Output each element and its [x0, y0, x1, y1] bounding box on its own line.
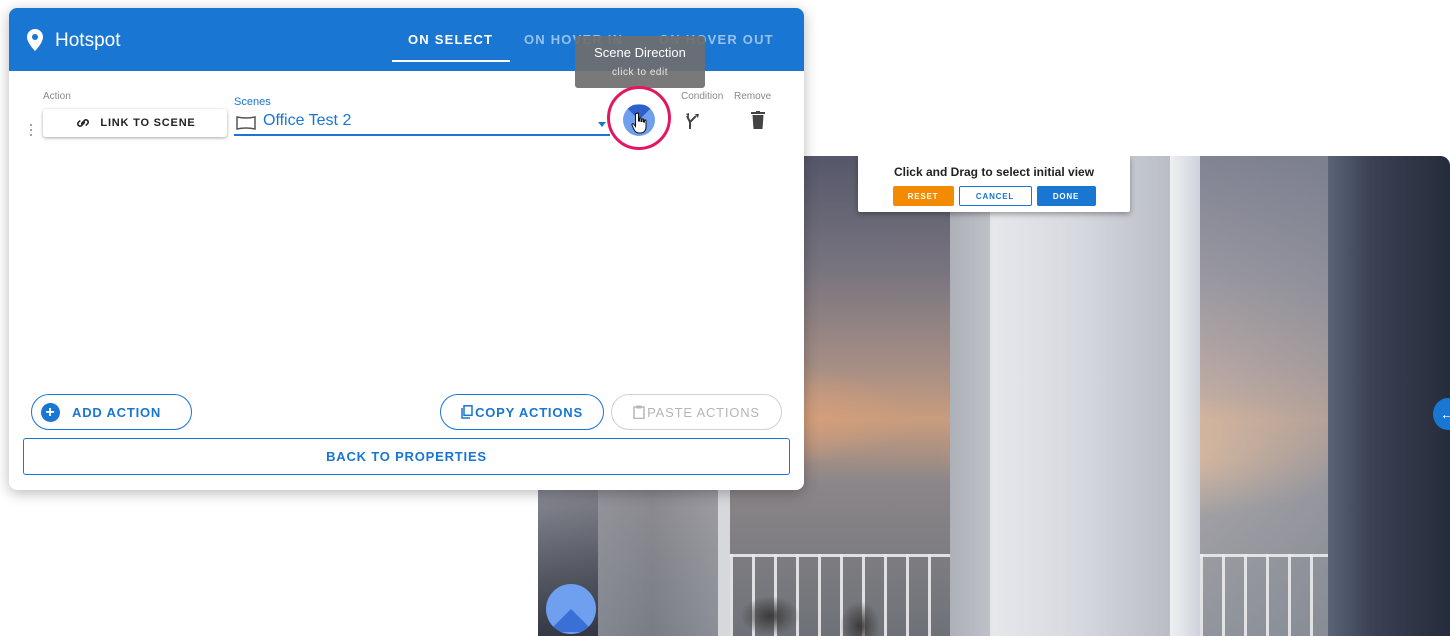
done-button[interactable]: DONE: [1036, 186, 1096, 206]
clipboard-icon: [633, 405, 645, 419]
copy-actions-button[interactable]: COPY ACTIONS: [440, 394, 604, 430]
scene-select[interactable]: Office Test 2: [234, 110, 610, 136]
trash-icon[interactable]: [751, 111, 765, 129]
paste-actions-button[interactable]: PASTE ACTIONS: [611, 394, 782, 430]
direction-wedge-icon: [548, 609, 594, 632]
cancel-button[interactable]: CANCEL: [958, 186, 1032, 206]
back-to-properties-button[interactable]: BACK TO PROPERTIES: [23, 438, 790, 475]
condition-label: Condition: [681, 91, 724, 102]
balcony-railing-right: [1200, 554, 1330, 636]
tooltip-subtitle: click to edit: [612, 67, 668, 78]
copy-icon: [461, 405, 473, 419]
drape-right: [1328, 156, 1450, 636]
pillar-shadow: [950, 156, 990, 636]
initial-view-toolbar: Click and Drag to select initial view RE…: [858, 156, 1130, 212]
action-label: Action: [43, 91, 71, 102]
scenes-label: Scenes: [234, 96, 271, 108]
reset-button[interactable]: RESET: [892, 186, 954, 206]
add-action-button[interactable]: + ADD ACTION: [31, 394, 192, 430]
drag-handle-icon[interactable]: [29, 123, 33, 137]
tab-on-select[interactable]: ON SELECT: [408, 32, 493, 47]
panorama-icon: [236, 116, 256, 130]
map-pin-icon: [27, 29, 43, 51]
tooltip-title: Scene Direction: [594, 45, 686, 60]
hand-pointer-icon: [631, 112, 647, 134]
active-tab-indicator: [392, 60, 510, 62]
view-direction-compass[interactable]: [546, 584, 596, 634]
link-icon: [77, 119, 90, 127]
copy-actions-label: COPY ACTIONS: [475, 404, 583, 420]
plus-icon: +: [41, 402, 60, 422]
link-to-scene-label: LINK TO SCENE: [100, 117, 196, 129]
add-action-label: ADD ACTION: [72, 404, 162, 420]
scene-select-value: Office Test 2: [263, 112, 352, 129]
window-frame-right: [1170, 156, 1200, 636]
dialog-title: Hotspot: [55, 30, 121, 51]
paste-actions-label: PASTE ACTIONS: [647, 404, 760, 420]
initial-view-instruction: Click and Drag to select initial view: [893, 165, 1095, 179]
trees-silhouette: [730, 586, 950, 636]
condition-branch-icon[interactable]: [685, 112, 703, 130]
scene-direction-tooltip: Scene Direction click to edit: [575, 36, 705, 88]
initial-view-buttons: RESET CANCEL DONE: [858, 186, 1130, 206]
stage: Click and Drag to select initial view RE…: [0, 0, 1450, 636]
link-to-scene-button[interactable]: LINK TO SCENE: [43, 109, 227, 137]
chevron-down-icon: [598, 122, 606, 127]
remove-label: Remove: [734, 91, 772, 102]
